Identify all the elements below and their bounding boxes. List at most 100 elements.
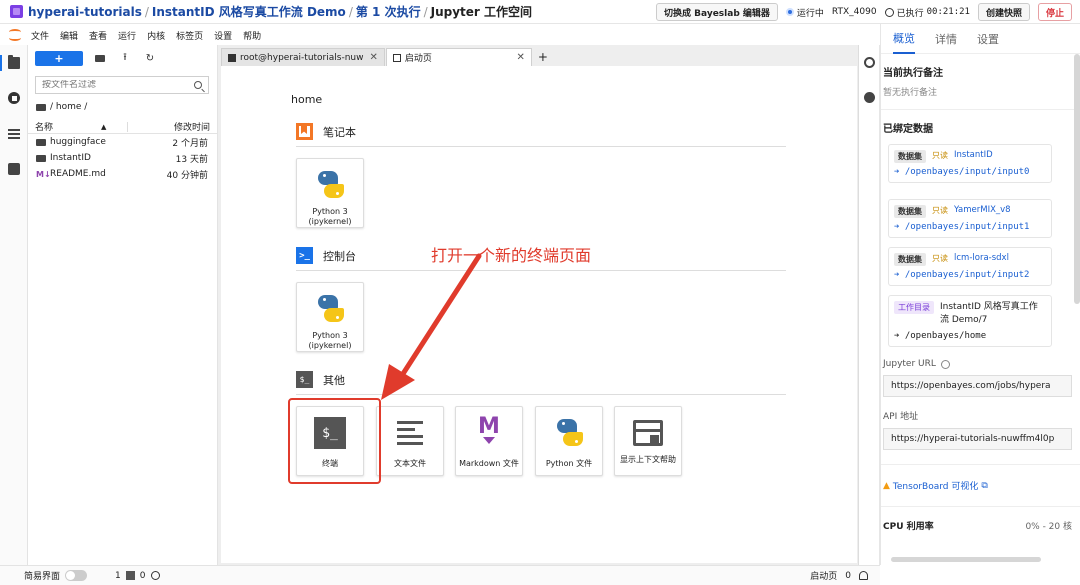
breadcrumb-run[interactable]: 第 1 次执行 <box>356 3 421 20</box>
section-divider <box>296 270 786 271</box>
globe-icon[interactable] <box>151 571 161 580</box>
breadcrumb: / home / <box>36 100 217 114</box>
python-icon <box>314 293 346 325</box>
create-snapshot-button[interactable]: 创建快照 <box>977 3 1030 21</box>
refresh-icon[interactable]: ↻ <box>142 51 158 65</box>
top-bar: hyperai-tutorials / InstantID 风格写真工作流 De… <box>0 0 1080 24</box>
tab-terminal[interactable]: root@hyperai-tutorials-nuw ✕ <box>221 48 385 66</box>
python-icon <box>553 417 585 449</box>
notes-empty: 暂无执行备注 <box>883 88 938 98</box>
breadcrumb-workspace: Jupyter 工作空间 <box>430 5 533 19</box>
readonly-badge: 只读 <box>932 254 948 263</box>
stop-button[interactable]: 停止 <box>1037 3 1072 21</box>
current-path[interactable]: / home / <box>50 102 87 112</box>
file-row[interactable]: M↓ README.md 40 分钟前 <box>28 166 217 182</box>
menu-file[interactable]: 文件 <box>31 29 49 42</box>
main-area: root@hyperai-tutorials-nuw ✕ 启动页 ✕ + hom… <box>218 45 859 565</box>
breadcrumb-separator: / <box>144 4 149 19</box>
terminal-count: 0 <box>139 570 146 581</box>
breadcrumb-org[interactable]: hyperai-tutorials <box>28 5 142 19</box>
launcher-path: home <box>291 93 323 106</box>
file-modified-time: 13 天前 <box>175 154 208 165</box>
card-label: 文本文件 <box>394 459 426 468</box>
switch-editor-button[interactable]: 切换成 Bayeslab 编辑器 <box>656 3 778 21</box>
console-icon: >_ <box>296 247 313 264</box>
close-icon[interactable]: ✕ <box>369 52 377 63</box>
file-browser: + ⭱ ↻ / home / 名称 ▲ 修改时间 huggingface 2 个… <box>28 45 218 565</box>
python-icon <box>314 169 346 201</box>
menu-edit[interactable]: 编辑 <box>60 29 78 42</box>
file-filter-input[interactable] <box>42 80 194 90</box>
notes-title: 当前执行备注 <box>883 68 943 79</box>
menu-settings[interactable]: 设置 <box>214 29 232 42</box>
mount-path: ➔ /openbayes/input/input2 <box>894 270 1030 280</box>
file-row[interactable]: huggingface 2 个月前 <box>28 134 217 150</box>
section-divider <box>296 146 786 147</box>
tab-launcher[interactable]: 启动页 ✕ <box>385 48 532 66</box>
file-row[interactable]: InstantID 13 天前 <box>28 150 217 166</box>
tab-details[interactable]: 详情 <box>935 24 957 54</box>
menu-run[interactable]: 运行 <box>118 29 136 42</box>
api-url-field[interactable]: https://hyperai-tutorials-nuwffm4l0p <box>883 428 1072 450</box>
cpu-usage: CPU 利用率 0% - 20 核 <box>883 519 1072 532</box>
notebook-python3-card[interactable]: Python 3 (ipykernel) <box>296 158 364 228</box>
folder-icon[interactable] <box>8 55 20 69</box>
dataset-link[interactable]: InstantID <box>954 150 993 160</box>
menu-view[interactable]: 查看 <box>89 29 107 42</box>
right-panel: 概览 详情 设置 当前执行备注 暂无执行备注 已绑定数据 数据集 只读 Inst… <box>880 24 1080 565</box>
debugger-icon[interactable] <box>864 92 875 103</box>
jupyter-url-field[interactable]: https://openbayes.com/jobs/hypera <box>883 375 1072 397</box>
file-browser-toolbar: + ⭱ ↻ <box>28 45 217 71</box>
horizontal-scrollbar[interactable] <box>891 557 1041 562</box>
running-icon[interactable] <box>8 92 20 104</box>
menu-help[interactable]: 帮助 <box>243 29 261 42</box>
new-launcher-button[interactable]: + <box>35 50 83 66</box>
console-python3-card[interactable]: Python 3 (ipykernel) <box>296 282 364 352</box>
elapsed-time: 已执行 00:21:21 <box>884 6 970 19</box>
elapsed-value: 00:21:21 <box>926 7 970 17</box>
markdown-file-card[interactable]: M Markdown 文件 <box>455 406 523 476</box>
property-inspector-icon[interactable] <box>864 57 875 68</box>
text-file-icon <box>394 417 426 449</box>
toc-icon[interactable] <box>8 128 20 140</box>
column-divider[interactable] <box>126 121 128 132</box>
menu-kernel[interactable]: 内核 <box>147 29 165 42</box>
new-folder-icon[interactable] <box>92 51 108 65</box>
extension-icon[interactable] <box>8 163 20 175</box>
bell-icon[interactable] <box>859 571 868 580</box>
bound-data-title: 已绑定数据 <box>883 124 933 135</box>
info-icon[interactable] <box>940 359 950 369</box>
file-modified-time: 40 分钟前 <box>166 170 208 181</box>
api-url-label: API 地址 <box>883 412 919 422</box>
name-column-header[interactable]: 名称 ▲ <box>35 120 127 134</box>
vertical-scrollbar[interactable] <box>1074 54 1080 304</box>
other-section-title: 其他 <box>323 373 345 387</box>
tensorboard-link[interactable]: ▲ TensorBoard 可视化 ⧉ <box>883 479 1080 493</box>
card-label: Python 3 (ipykernel) <box>308 207 352 226</box>
dataset-badge: 数据集 <box>894 205 926 218</box>
folder-icon[interactable] <box>36 103 46 111</box>
add-tab-button[interactable]: + <box>535 49 551 65</box>
time-column-header[interactable]: 修改时间 <box>174 120 210 133</box>
tab-overview[interactable]: 概览 <box>893 24 915 54</box>
python-file-card[interactable]: Python 文件 <box>535 406 603 476</box>
divider <box>881 506 1080 507</box>
dataset-link[interactable]: lcm-lora-sdxl <box>954 253 1009 263</box>
tab-settings[interactable]: 设置 <box>977 24 999 54</box>
clock-icon <box>884 7 894 17</box>
search-icon <box>194 81 202 89</box>
menu-tabs[interactable]: 标签页 <box>176 29 203 42</box>
dataset-link[interactable]: YamerMIX_v8 <box>954 205 1011 215</box>
close-icon[interactable]: ✕ <box>516 52 524 63</box>
notebook-section-title: 笔记本 <box>323 125 356 139</box>
breadcrumb-project[interactable]: InstantID 风格写真工作流 Demo <box>152 3 346 20</box>
section-divider <box>296 394 786 395</box>
simple-mode-toggle[interactable] <box>65 570 88 581</box>
card-label: Markdown 文件 <box>459 459 519 468</box>
workdir-badge: 工作目录 <box>894 301 934 314</box>
text-file-card[interactable]: 文本文件 <box>376 406 444 476</box>
context-help-card[interactable]: 显示上下文帮助 <box>614 406 682 476</box>
file-name: README.md <box>50 169 106 179</box>
upload-icon[interactable]: ⭱ <box>117 51 133 65</box>
readonly-badge: 只读 <box>932 151 948 160</box>
